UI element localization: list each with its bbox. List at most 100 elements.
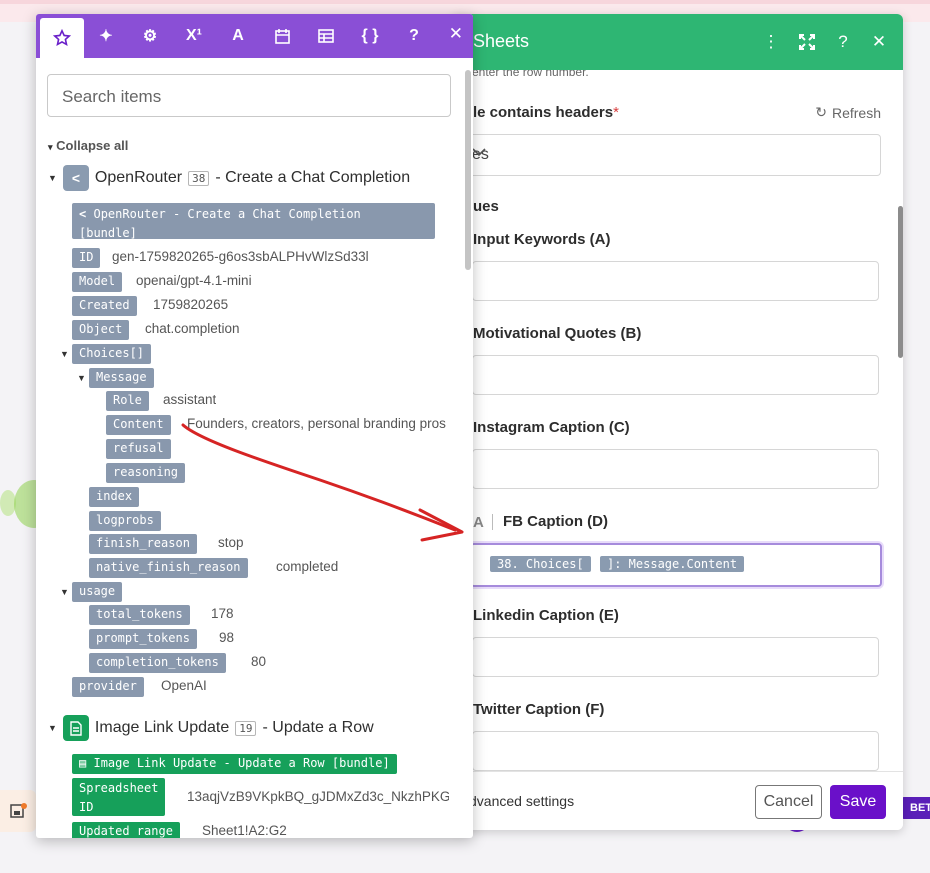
tag-native-finish-reason[interactable]: native_finish_reason (89, 558, 248, 578)
tag-index[interactable]: index (89, 487, 140, 507)
save-button[interactable]: Save (830, 785, 886, 819)
field-c-label: Instagram Caption (C) (473, 419, 630, 436)
row-number-hint: enter the row number. (472, 70, 589, 79)
field-c-input[interactable] (472, 449, 879, 489)
text-type-icon: A (473, 514, 484, 531)
module-image-link-update-header[interactable]: ▼ Image Link Update 19 - Update a Row (48, 715, 374, 741)
close-icon[interactable]: ✕ (449, 24, 463, 44)
field-f-label: Twitter Caption (F) (473, 701, 605, 718)
module-name: OpenRouter (94, 169, 183, 186)
tag-logprobs[interactable]: logprobs (89, 511, 161, 531)
field-f-input[interactable] (472, 731, 879, 771)
tag-usage[interactable]: usage (72, 582, 123, 602)
expand-icon[interactable] (793, 28, 821, 56)
value-spreadsheet-id: 13aqjVzB9VKpkBQ_gJDMxZd3c_NkzhPKG (187, 789, 449, 804)
advanced-settings-toggle[interactable]: dvanced settings (469, 793, 574, 809)
refresh-icon: ↻ (815, 104, 827, 120)
field-d-label: FB Caption (D) (503, 513, 608, 530)
value-id: gen-1759820265-g6os3sbALPHvWlzSd33l (112, 249, 369, 264)
cancel-button[interactable]: Cancel (755, 785, 822, 819)
tag-content[interactable]: Content (106, 415, 171, 435)
headers-label: le contains headers* (473, 104, 619, 121)
module-number: 38 (188, 170, 210, 186)
sheets-footer: dvanced settings Cancel Save (452, 771, 903, 830)
help-icon[interactable]: ? (392, 14, 436, 58)
sparkle-icon[interactable]: ✦ (84, 14, 128, 58)
tag-object[interactable]: Object (72, 320, 130, 340)
router-icon: < (62, 165, 89, 191)
tag-finish-reason[interactable]: finish_reason (89, 534, 197, 554)
refresh-button[interactable]: ↻ Refresh (815, 104, 881, 121)
star-icon[interactable] (40, 18, 84, 58)
more-icon[interactable]: ⋮ (757, 28, 785, 56)
expand-triangle-icon[interactable]: ▼ (77, 373, 86, 383)
expand-triangle-icon[interactable]: ▼ (60, 587, 69, 597)
module-action: - Update a Row (262, 719, 374, 736)
tag-spreadsheet-id[interactable]: Spreadsheet ID (72, 778, 166, 816)
tag-completion-tokens[interactable]: completion_tokens (89, 653, 226, 673)
expand-triangle-icon: ▼ (48, 723, 57, 733)
collapse-all-toggle[interactable]: ▾ Collapse all (48, 138, 128, 153)
value-finish-reason: stop (218, 535, 244, 550)
value-model: openai/gpt-4.1-mini (136, 273, 252, 288)
tag-provider[interactable]: provider (72, 677, 144, 697)
tag-id[interactable]: ID (72, 248, 101, 268)
tag-choices[interactable]: Choices[] (72, 344, 152, 364)
values-label: ues (473, 198, 499, 215)
field-b-label: Motivational Quotes (B) (473, 325, 642, 342)
tag-total-tokens[interactable]: total_tokens (89, 605, 190, 625)
tag-model[interactable]: Model (72, 272, 123, 292)
sheet-icon: ▤ (79, 756, 87, 770)
tag-role[interactable]: Role (106, 391, 149, 411)
braces-icon[interactable]: { } (348, 14, 392, 58)
field-b-input[interactable] (472, 355, 879, 395)
module-number: 19 (235, 720, 257, 736)
tag-prompt-tokens[interactable]: prompt_tokens (89, 629, 197, 649)
mapped-content-pill[interactable]: ]: Message.Content (600, 556, 745, 572)
tag-reasoning[interactable]: reasoning (106, 463, 186, 483)
value-provider: OpenAI (161, 678, 207, 693)
module-openrouter-header[interactable]: ▼ < OpenRouter 38 - Create a Chat Comple… (48, 165, 410, 191)
expand-triangle-icon[interactable]: ▼ (60, 349, 69, 359)
field-e-input[interactable] (472, 637, 879, 677)
field-d-input[interactable]: 38. Choices[ ]: Message.Content (470, 543, 882, 587)
value-content: Founders, creators, personal branding pr… (187, 416, 446, 431)
sheet-icon (62, 715, 89, 741)
toolbox-icon[interactable] (0, 790, 36, 832)
value-native-finish-reason: completed (276, 559, 339, 574)
mapped-choices-pill[interactable]: 38. Choices[ (490, 556, 591, 572)
value-created: 1759820265 (153, 297, 229, 312)
value-completion-tokens: 80 (251, 654, 267, 669)
type-separator (492, 514, 493, 530)
beta-badge[interactable]: BET (900, 797, 930, 819)
expand-triangle-icon: ▼ (48, 173, 57, 183)
search-input[interactable]: Search items (47, 74, 451, 117)
sheets-form: enter the row number. le contains header… (452, 70, 903, 772)
picker-scrollbar[interactable] (465, 70, 471, 270)
sheets-scrollbar[interactable] (898, 206, 903, 358)
chevron-down-icon (472, 144, 866, 162)
headers-select[interactable]: es (452, 134, 881, 176)
value-total-tokens: 178 (211, 606, 234, 621)
tag-created[interactable]: Created (72, 296, 137, 316)
field-a-input[interactable] (472, 261, 879, 301)
tag-updated-range[interactable]: Updated range (72, 822, 180, 838)
bundle-tag[interactable]: < OpenRouter - Create a Chat Completion[… (72, 203, 435, 240)
bundle-tag[interactable]: ▤ Image Link Update - Update a Row [bund… (72, 754, 397, 774)
close-icon[interactable]: ✕ (865, 28, 893, 56)
canvas-strip (0, 0, 930, 4)
value-object: chat.completion (145, 321, 240, 336)
field-a-label: Input Keywords (A) (473, 231, 611, 248)
help-icon[interactable]: ? (829, 28, 857, 56)
text-icon[interactable]: A (216, 14, 260, 58)
sheets-title: Sheets (473, 31, 530, 51)
sheets-header: Sheets ⋮ ? ✕ (452, 14, 903, 70)
superscript-icon[interactable]: X¹ (172, 14, 216, 58)
value-updated-range: Sheet1!A2:G2 (202, 823, 287, 838)
calendar-icon[interactable] (260, 14, 304, 58)
tag-refusal[interactable]: refusal (106, 439, 171, 459)
tag-message[interactable]: Message (89, 368, 154, 388)
picker-tabs: ✦ ⚙ X¹ A { } ? ✕ (36, 14, 473, 58)
table-icon[interactable] (304, 14, 348, 58)
gear-icon[interactable]: ⚙ (128, 14, 172, 58)
